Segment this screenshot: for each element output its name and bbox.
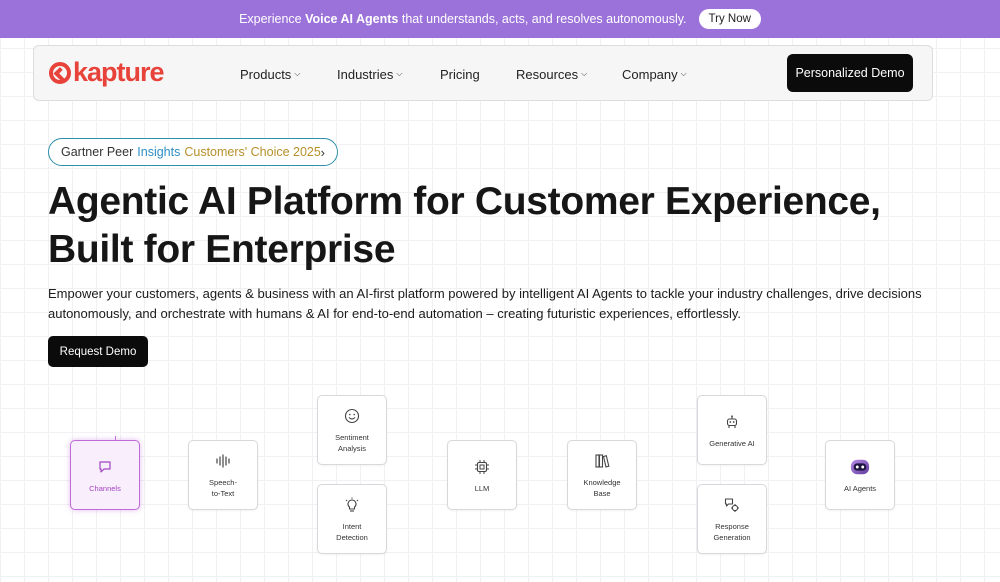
hero-title-line-1: Agentic AI Platform for Customer Experie… [48,180,881,223]
kapture-logo[interactable]: kapture [49,57,165,87]
main-navbar: kapture Products ⌵ Industries ⌵ Pricing Re… [33,45,933,101]
chevron-down-icon: ⌵ [294,69,301,78]
ai-agent-icon [850,457,870,477]
chevron-right-icon: › [320,144,325,160]
flow-node-label: Sentiment Analysis [335,433,369,453]
robot-icon [722,412,742,432]
flow-node-label: LLM [474,483,490,493]
top-announcement-banner: Experience Voice AI Agents that understa… [0,0,1000,38]
personalized-demo-button[interactable]: Personalized Demo [787,54,913,92]
try-now-button[interactable]: Try Now [698,9,761,29]
nav-item-pricing[interactable]: Pricing [440,67,480,82]
request-demo-button[interactable]: Request Demo [48,336,148,367]
flow-node-label: Response Generation [713,522,751,542]
chevron-down-icon: ⌵ [680,69,687,78]
chevron-down-icon: ⌵ [396,69,403,78]
banner-highlight: Voice AI Agents [305,12,399,26]
nav-item-label: Products [240,66,292,82]
flow-node-llm[interactable]: LLM [447,440,517,510]
hero-subtitle: Empower your customers, agents & busines… [48,286,922,321]
badge-part-gartner: Gartner Peer [61,145,134,159]
nav-item-label: Pricing [440,66,480,82]
badge-part-insights: Insights [137,145,181,159]
flow-node-label: Channels [89,483,121,493]
flow-node-label: Speech- to-Text [209,478,237,498]
flow-node-generative-ai[interactable]: Generative AI [697,395,767,465]
nav-item-industries[interactable]: Industries ⌵ [337,67,402,82]
smiley-icon [342,406,362,426]
gartner-badge-link[interactable]: Gartner Peer Insights Customers' Choice … [48,138,338,166]
flow-node-sentiment-analysis[interactable]: Sentiment Analysis [317,395,387,465]
nav-item-label: Resources [516,66,579,82]
chip-icon [472,457,492,477]
flow-node-ai-agents[interactable]: AI Agents [825,440,895,510]
flow-node-intent-detection[interactable]: Intent Detection [317,484,387,554]
flow-node-speech-to-text[interactable]: Speech- to-Text [188,440,258,510]
nav-item-products[interactable]: Products ⌵ [240,67,300,82]
hero-title: Agentic AI Platform for Customer Experie… [48,178,948,274]
chevron-down-icon: ⌵ [581,69,588,78]
books-icon [592,451,612,471]
flow-node-label: Intent Detection [336,522,368,542]
chat-bubble-icon [95,457,115,477]
flow-node-label: AI Agents [843,483,877,493]
chat-gear-icon [722,495,742,515]
nav-item-company[interactable]: Company ⌵ [622,67,687,82]
flow-node-channels[interactable]: Channels [70,440,140,510]
flow-node-label: Generative AI [709,438,755,448]
badge-part-choice: Customers' Choice 2025 [184,145,321,159]
lightbulb-icon [342,495,362,515]
flow-node-label: Knowledge Base [583,478,621,498]
logo-text: kapture [73,57,165,87]
flow-node-response-generation[interactable]: Response Generation [697,484,767,554]
nav-item-label: Industries [337,66,394,82]
hero-title-line-2: Built for Enterprise [48,228,396,271]
nav-item-resources[interactable]: Resources ⌵ [516,67,587,82]
waveform-icon [213,451,233,471]
banner-text: Experience Voice AI Agents that understa… [239,12,687,26]
nav-item-label: Company [622,66,678,82]
logo-mark-icon [49,61,71,84]
flow-node-knowledge-base[interactable]: Knowledge Base [567,440,637,510]
